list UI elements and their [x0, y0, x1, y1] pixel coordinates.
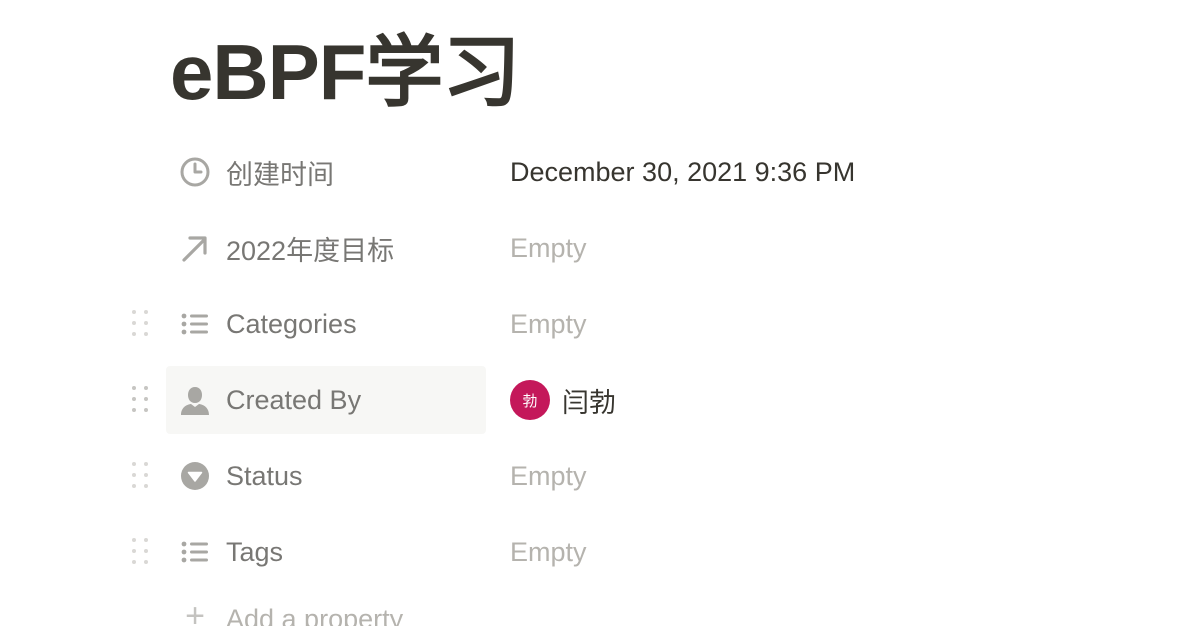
person-name: 闫勃 — [562, 387, 616, 418]
property-row-created-time: 创建时间 December 30, 2021 9:36 PM — [0, 134, 1190, 210]
property-name-2022-goal[interactable]: 2022年度目标 — [166, 214, 486, 282]
property-name-created-time[interactable]: 创建时间 — [166, 138, 486, 206]
property-value-categories[interactable]: Empty — [510, 290, 587, 358]
property-label: Status — [226, 460, 303, 491]
property-value-2022-goal[interactable]: Empty — [510, 214, 587, 282]
list-icon — [178, 307, 212, 341]
property-row-created-by: Created By 勃 闫勃 — [0, 362, 1190, 438]
page-title[interactable]: eBPF学习 — [170, 22, 520, 122]
drag-handle-icon[interactable] — [128, 460, 152, 492]
clock-icon — [178, 155, 212, 189]
property-name-created-by[interactable]: Created By — [166, 366, 486, 434]
person-icon — [178, 383, 212, 417]
property-label: Created By — [226, 384, 362, 415]
property-label: 创建时间 — [226, 159, 334, 190]
plus-icon: + — [185, 597, 205, 626]
property-row-tags: Tags Empty — [0, 514, 1190, 590]
property-label: Categories — [226, 308, 357, 339]
property-value-created-by[interactable]: 勃 闫勃 — [510, 366, 616, 434]
avatar: 勃 — [510, 380, 550, 420]
property-row-status: Status Empty — [0, 438, 1190, 514]
drag-handle-icon[interactable] — [128, 308, 152, 340]
property-row-2022-goal: 2022年度目标 Empty — [0, 210, 1190, 286]
add-property-button[interactable]: + Add a property — [166, 597, 404, 626]
arrow-up-right-icon — [178, 231, 212, 265]
notion-page: eBPF学习 创建时间 December 30, 2021 9:36 PM 20… — [0, 0, 1190, 626]
drag-handle-icon[interactable] — [128, 384, 152, 416]
property-label: Tags — [226, 536, 284, 567]
list-icon — [178, 535, 212, 569]
property-label: 2022年度目标 — [226, 235, 395, 266]
property-value-tags[interactable]: Empty — [510, 518, 587, 586]
property-row-categories: Categories Empty — [0, 286, 1190, 362]
property-value-created-time[interactable]: December 30, 2021 9:36 PM — [510, 138, 855, 206]
property-value-status[interactable]: Empty — [510, 442, 587, 510]
properties-list: 创建时间 December 30, 2021 9:36 PM 2022年度目标 … — [0, 134, 1190, 590]
property-name-status[interactable]: Status — [166, 442, 486, 510]
add-property-label: Add a property — [226, 604, 404, 626]
property-name-tags[interactable]: Tags — [166, 518, 486, 586]
drag-handle-icon[interactable] — [128, 536, 152, 568]
select-icon — [178, 459, 212, 493]
property-name-categories[interactable]: Categories — [166, 290, 486, 358]
